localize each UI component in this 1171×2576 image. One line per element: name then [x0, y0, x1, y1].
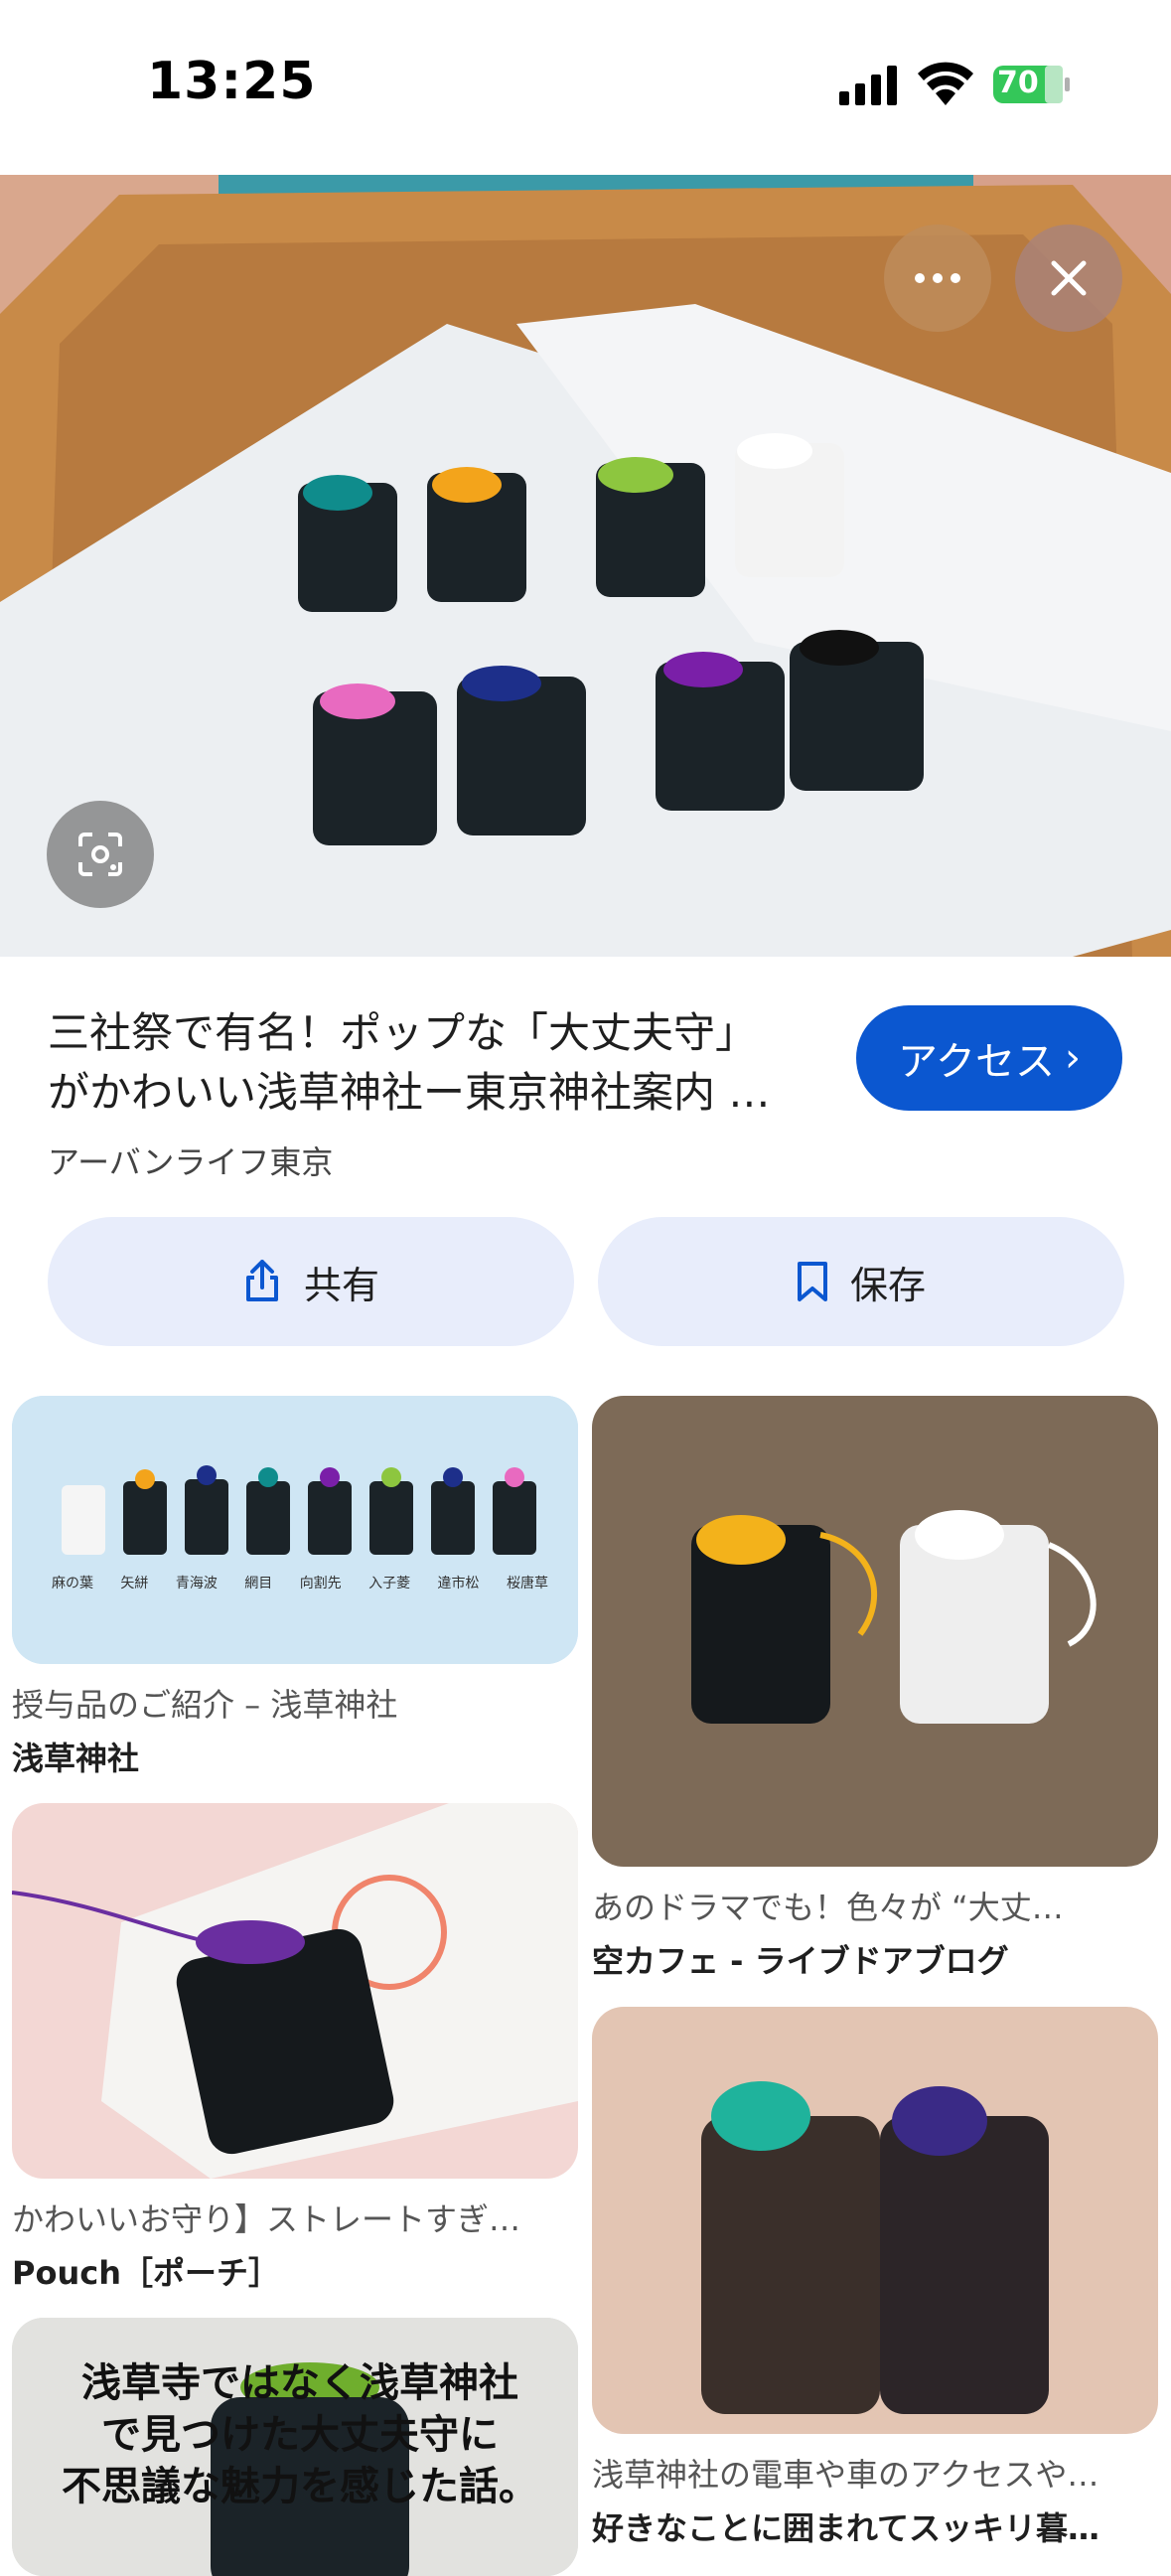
result-title-line1: 三社祭で有名！ポップな「大丈夫守」	[48, 1008, 758, 1057]
pattern-label: 入子菱	[368, 1576, 411, 1591]
pattern-label: 違市松	[437, 1576, 480, 1591]
pattern-label: 矢絣	[120, 1576, 149, 1591]
image-text-line: 浅草寺ではなく浅草神社	[81, 2360, 518, 2406]
battery-icon: 70	[993, 64, 1071, 105]
close-button[interactable]	[1015, 225, 1122, 332]
related-card[interactable]: 浅草寺ではなく浅草神社 で見つけた大丈夫守に 不思議な魅力を感じた話。	[12, 2318, 578, 2576]
related-caption: あのドラマでも！色々が “大丈…	[592, 1889, 1064, 1926]
image-text-line: 不思議な魅力を感じた話。	[62, 2464, 538, 2509]
related-source: 浅草神社	[12, 1740, 140, 1777]
bookmark-icon	[797, 1262, 827, 1301]
image-text-line: で見つけた大丈夫守に	[101, 2412, 499, 2458]
pattern-labels: 麻の葉 矢絣 青海波 網目 向割先 入子菱 違市松 桜唐草	[52, 1573, 548, 1592]
related-image	[592, 1396, 1158, 1867]
related-image	[12, 1803, 578, 2179]
more-options-button[interactable]	[884, 225, 991, 332]
save-button[interactable]: 保存	[598, 1217, 1124, 1346]
battery-level: 70	[997, 66, 1039, 100]
related-card[interactable]: かわいいお守り】ストレートすぎ… Pouch［ポーチ］	[12, 1803, 578, 2294]
related-source: 空カフェ - ライブドアブログ	[592, 1942, 1009, 1980]
related-caption: かわいいお守り】ストレートすぎ…	[12, 2200, 521, 2238]
result-source: アーバンライフ東京	[48, 1143, 334, 1181]
cellular-signal-icon	[839, 66, 897, 105]
close-icon	[1051, 260, 1087, 296]
pattern-label: 網目	[244, 1576, 273, 1591]
related-source: Pouch［ポーチ］	[12, 2254, 280, 2292]
related-card[interactable]: 浅草神社の電車や車のアクセスや… 好きなことに囲まれてスッキリ暮…	[592, 2007, 1158, 2549]
share-button[interactable]: 共有	[48, 1217, 574, 1346]
related-card[interactable]: あのドラマでも！色々が “大丈… 空カフェ - ライブドアブログ	[592, 1396, 1158, 1982]
chevron-right-icon: ›	[1065, 1035, 1081, 1081]
related-image	[592, 2007, 1158, 2434]
result-title-line2: がかわいい浅草神社ー東京神社案内 …	[48, 1068, 771, 1117]
image-overlay-text: 浅草寺ではなく浅草神社 で見つけた大丈夫守に 不思議な魅力を感じた話。	[32, 2357, 568, 2512]
save-label: 保存	[849, 1263, 926, 1307]
wifi-icon	[918, 62, 973, 105]
pattern-label: 向割先	[299, 1576, 342, 1591]
result-title[interactable]: 三社祭で有名！ポップな「大丈夫守」 がかわいい浅草神社ー東京神社案内 …	[48, 1003, 842, 1123]
lens-button[interactable]	[47, 801, 154, 908]
related-image: 麻の葉 矢絣 青海波 網目 向割先 入子菱 違市松 桜唐草	[12, 1396, 578, 1664]
access-button-label: アクセス	[898, 1039, 1055, 1085]
status-time: 13:25	[147, 52, 317, 111]
hero-image[interactable]	[0, 175, 1171, 957]
pattern-label: 麻の葉	[52, 1576, 93, 1591]
related-image: 浅草寺ではなく浅草神社 で見つけた大丈夫守に 不思議な魅力を感じた話。	[12, 2318, 578, 2576]
lens-icon	[78, 833, 122, 876]
share-label: 共有	[303, 1263, 379, 1307]
pattern-label: 桜唐草	[506, 1576, 548, 1591]
pattern-label: 青海波	[175, 1576, 218, 1591]
share-icon	[245, 1260, 278, 1301]
related-card[interactable]: 麻の葉 矢絣 青海波 網目 向割先 入子菱 違市松 桜唐草 授与品のご紹介 – …	[12, 1396, 578, 1779]
status-bar: 13:25 70	[0, 0, 1171, 175]
related-caption: 浅草神社の電車や車のアクセスや…	[592, 2456, 1099, 2494]
more-horizontal-icon	[915, 273, 960, 283]
related-source: 好きなことに囲まれてスッキリ暮…	[592, 2509, 1100, 2547]
related-caption: 授与品のご紹介 – 浅草神社	[12, 1686, 398, 1724]
access-button[interactable]: アクセス ›	[856, 1005, 1122, 1111]
